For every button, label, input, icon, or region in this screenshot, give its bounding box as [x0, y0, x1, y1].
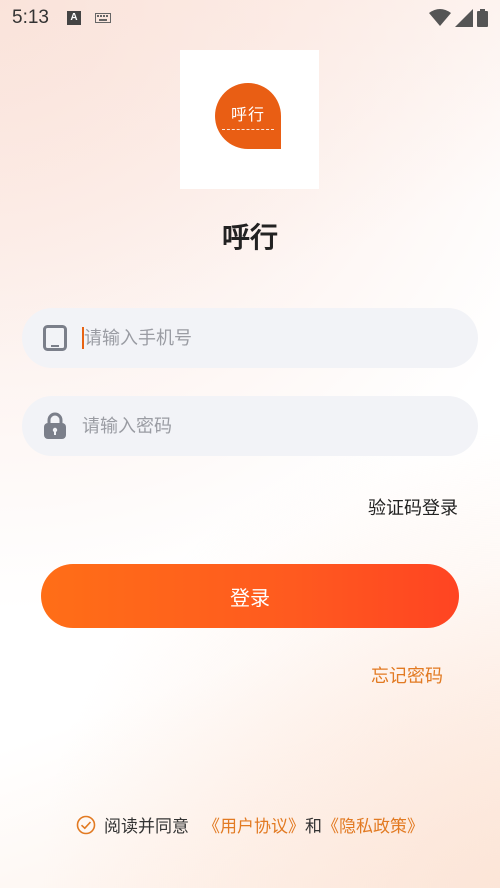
sms-login-link[interactable]: 验证码登录 — [368, 494, 458, 520]
logo-divider — [222, 129, 274, 131]
status-time: 5:13 — [12, 7, 49, 28]
logo-badge: 呼行 — [215, 83, 281, 149]
password-input[interactable] — [82, 415, 412, 437]
password-field[interactable] — [22, 396, 478, 456]
wifi-icon — [429, 9, 451, 26]
login-button[interactable]: 登录 — [41, 564, 459, 628]
privacy-policy-link[interactable]: 《隐私政策》 — [322, 812, 424, 837]
phone-input[interactable] — [84, 327, 414, 349]
phone-icon — [42, 325, 68, 351]
battery-icon — [477, 9, 488, 27]
accessibility-a-icon: A — [66, 11, 81, 25]
phone-field[interactable] — [22, 308, 478, 368]
app-logo: 呼行 — [180, 50, 319, 189]
agreement-checkbox-icon[interactable] — [76, 815, 96, 835]
app-name: 呼行 — [221, 221, 278, 254]
agreement-prefix: 阅读并同意 — [104, 817, 189, 837]
keyboard-icon — [94, 13, 111, 23]
agreement-conjunction: 和 — [305, 817, 322, 837]
status-bar: 5:13 A — [0, 0, 500, 36]
status-right-icons — [429, 9, 488, 27]
lock-icon — [42, 412, 68, 439]
forgot-password-link[interactable]: 忘记密码 — [371, 662, 443, 688]
agreement-row: 阅读并同意 《用户协议》 和 《隐私政策》 — [0, 812, 500, 837]
signal-icon — [455, 9, 473, 27]
user-agreement-link[interactable]: 《用户协议》 — [203, 812, 305, 837]
logo-text: 呼行 — [230, 105, 265, 124]
